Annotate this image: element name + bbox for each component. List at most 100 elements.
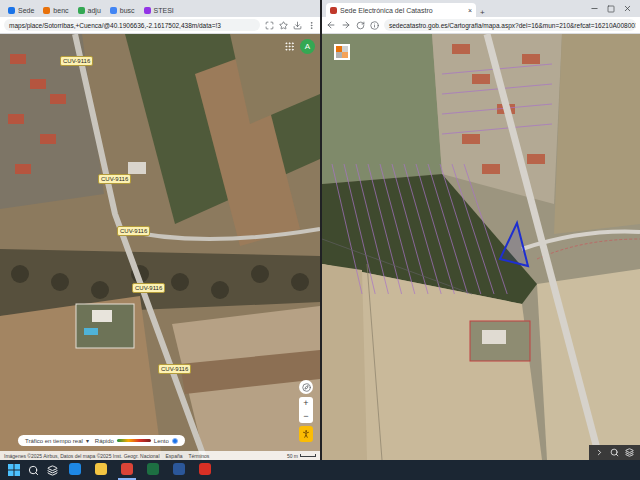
road-label: CUV-9116 (132, 283, 165, 293)
catastro-window: Sede Electrónica del Catastro×+sedecatas… (322, 0, 640, 460)
window-controls (590, 0, 636, 17)
account-area: A (284, 39, 315, 54)
maps-window: Sede benc adju busc STESI maps/place/Sotorrib… (0, 0, 320, 460)
map-view[interactable]: CUV-9116 CUV-9116 CUV-9116 CUV-9116 CUV-9116… (0, 34, 320, 460)
avatar[interactable]: A (300, 39, 315, 54)
map-scale: 50 m (287, 453, 316, 459)
search-icon[interactable] (610, 448, 619, 457)
toolbar: maps/place/Sotorribas,+Cuenca/@40.190663… (0, 17, 320, 34)
scale-label: 50 m (287, 453, 298, 459)
minimize-icon[interactable] (590, 4, 599, 13)
close-tab-button[interactable]: × (468, 7, 472, 14)
compass-icon (302, 383, 311, 392)
bookmark-star-icon[interactable] (279, 21, 288, 30)
road-label: CUV-9116 (60, 56, 93, 66)
slow-label: Lento (154, 438, 169, 444)
browser-tab[interactable]: STESI (140, 3, 178, 17)
road-label: CUV-9116 (98, 174, 131, 184)
fast-label: Rápido (95, 438, 114, 444)
toolbar: sedecatastro.gob.es/Cartografia/mapa.asp… (322, 17, 640, 34)
search-icon[interactable] (28, 465, 39, 476)
forward-arrow-icon[interactable] (341, 20, 351, 30)
taskbar (0, 460, 640, 480)
site-info-icon[interactable] (370, 21, 379, 30)
windows: Sede benc adju busc STESI maps/place/Sotorrib… (0, 0, 640, 460)
tab-strip: Sede Electrónica del Catastro×+ (322, 0, 640, 17)
traffic-dropdown[interactable]: Tráfico en tiempo real▾ (25, 437, 89, 444)
favicon-icon (110, 7, 117, 14)
map-tools (589, 445, 640, 460)
browser-tab[interactable]: Sede (4, 3, 38, 17)
menu-icon[interactable] (307, 21, 316, 30)
compass-button[interactable] (299, 380, 313, 394)
apps-grid-icon[interactable] (284, 41, 295, 52)
tab-label: benc (53, 7, 68, 14)
taskbar-app[interactable] (66, 460, 84, 480)
road-label: CUV-9116 (117, 226, 150, 236)
maximize-icon[interactable] (607, 5, 615, 13)
map-view[interactable] (322, 34, 640, 460)
zoom-out-button[interactable]: − (299, 410, 313, 423)
dropdown-arrow: ▾ (86, 437, 89, 444)
app-icon (95, 463, 107, 475)
selected-parcel[interactable] (500, 223, 528, 266)
scale-line (300, 454, 316, 457)
tab-label: Sede Electrónica del Catastro (340, 7, 465, 14)
download-icon[interactable] (293, 21, 302, 30)
browser-tab[interactable]: busc (106, 3, 139, 17)
tab-label: Sede (18, 7, 34, 14)
app-icon (173, 463, 185, 475)
browser-tab[interactable]: benc (39, 3, 72, 17)
windows-start-icon[interactable] (8, 464, 20, 476)
taskbar-app[interactable] (118, 460, 136, 480)
speed-bar (117, 439, 151, 442)
install-icon[interactable] (265, 21, 274, 30)
speed-dot (172, 438, 178, 444)
tab-label: adju (88, 7, 101, 14)
app-icon (199, 463, 211, 475)
favicon-icon (78, 7, 85, 14)
favicon-icon (144, 7, 151, 14)
app-icon (121, 463, 133, 475)
address-bar[interactable]: sedecatastro.gob.es/Cartografia/mapa.asp… (384, 19, 636, 31)
browser-tab[interactable]: adju (74, 3, 105, 17)
map-controls: +− (299, 380, 313, 442)
satellite-image (0, 34, 320, 460)
address-bar[interactable]: maps/place/Sotorribas,+Cuenca/@40.190663… (4, 19, 260, 31)
zoom-control: +− (299, 397, 313, 423)
traffic-label: Tráfico en tiempo real (25, 438, 83, 444)
browser-tab[interactable]: Sede Electrónica del Catastro× (326, 3, 476, 17)
close-icon[interactable] (623, 4, 632, 13)
layers-icon[interactable] (625, 448, 634, 457)
footer-text: Imágenes ©2025 Airbus, Datos del mapa ©2… (4, 453, 160, 459)
footer-text[interactable]: España (166, 453, 183, 459)
map-footer: Imágenes ©2025 Airbus, Datos del mapa ©2… (0, 451, 320, 460)
speed-scale: Rápido Lento (95, 438, 178, 444)
new-tab-button[interactable]: + (477, 8, 488, 17)
pegman-icon (301, 429, 311, 439)
tab-label: busc (120, 7, 135, 14)
taskbar-app[interactable] (92, 460, 110, 480)
task-view-icon[interactable] (47, 465, 58, 476)
taskbar-app[interactable] (144, 460, 162, 480)
road-label: CUV-9116 (158, 364, 191, 374)
app-icon (147, 463, 159, 475)
taskbar-app[interactable] (196, 460, 214, 480)
back-arrow-icon[interactable] (326, 20, 336, 30)
desktop: Sede benc adju busc STESI maps/place/Sotorrib… (0, 0, 640, 480)
favicon-icon (43, 7, 50, 14)
zoom-in-button[interactable]: + (299, 397, 313, 410)
expand-icon[interactable] (595, 448, 604, 457)
taskbar-app[interactable] (170, 460, 188, 480)
tab-strip: Sede benc adju busc STESI (0, 0, 320, 17)
cadastral-map[interactable] (322, 34, 640, 460)
favicon-icon (8, 7, 15, 14)
reload-icon[interactable] (356, 21, 365, 30)
catastro-logo-icon (334, 44, 350, 60)
tab-label: STESI (154, 7, 174, 14)
pegman-button[interactable] (299, 426, 313, 442)
favicon-icon (330, 7, 337, 14)
footer-text[interactable]: Términos (188, 453, 209, 459)
traffic-legend[interactable]: Tráfico en tiempo real▾ Rápido Lento (18, 435, 185, 446)
app-icon (69, 463, 81, 475)
